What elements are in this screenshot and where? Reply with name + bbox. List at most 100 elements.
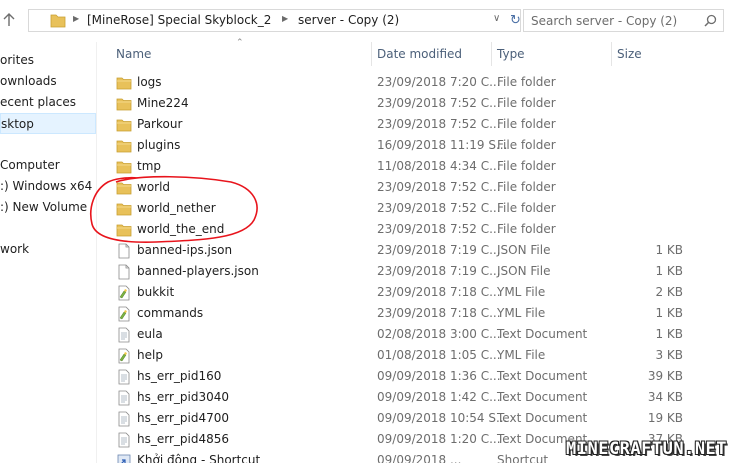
folder-icon <box>116 180 132 196</box>
file-row[interactable]: eula 02/08/2018 3:00 C... Text Document 1 K… <box>97 324 729 345</box>
file-size: 34 KB <box>647 390 683 404</box>
breadcrumb-separator-icon: ▶ <box>282 14 289 23</box>
nav-item-label: Computer <box>0 158 60 172</box>
address-toolbar: ▶ [MineRose] Special Skyblock_2 ▶ server… <box>0 0 729 42</box>
yml-file-icon <box>116 348 132 364</box>
folder-icon <box>116 75 132 91</box>
file-row[interactable]: logs 23/09/2018 7:20 C... File folder <box>97 72 729 93</box>
file-date-modified: 23/09/2018 7:20 C... <box>377 75 501 89</box>
file-date-modified: 23/09/2018 7:52 C... <box>377 96 501 110</box>
folder-icon <box>116 201 132 217</box>
nav-item-label: work <box>0 242 30 256</box>
text-file-icon <box>116 411 132 427</box>
file-name: banned-players.json <box>137 264 259 278</box>
column-header-date[interactable]: Date modified <box>371 42 491 66</box>
file-name: banned-ips.json <box>137 243 233 257</box>
file-name: hs_err_pid4856 <box>137 432 230 446</box>
file-name: logs <box>137 75 162 89</box>
file-name: commands <box>137 306 204 320</box>
watermark-logo: MINECRAFTUN.NET <box>566 439 728 459</box>
file-type: File folder <box>497 159 556 173</box>
file-row[interactable]: help 01/08/2018 1:05 C... YML File 3 KB <box>97 345 729 366</box>
file-row[interactable]: tmp 11/08/2018 4:34 C... File folder <box>97 156 729 177</box>
file-row[interactable]: banned-players.json 23/09/2018 7:19 C... J… <box>97 261 729 282</box>
file-date-modified: 01/08/2018 1:05 C... <box>377 348 501 362</box>
nav-item[interactable]: work <box>0 239 96 260</box>
column-header-type[interactable]: Type <box>491 42 611 66</box>
file-date-modified: 23/09/2018 7:19 C... <box>377 264 501 278</box>
shortcut-icon <box>116 453 132 463</box>
file-row[interactable]: banned-ips.json 23/09/2018 7:19 C... JSON … <box>97 240 729 261</box>
file-name: bukkit <box>137 285 175 299</box>
file-date-modified: 16/09/2018 11:19 S... <box>377 138 508 152</box>
file-name: eula <box>137 327 163 341</box>
column-header-size[interactable]: Size <box>611 42 701 66</box>
text-file-icon <box>116 390 132 406</box>
file-row[interactable]: bukkit 23/09/2018 7:18 C... YML File 2 KB <box>97 282 729 303</box>
folder-icon <box>116 222 132 238</box>
up-arrow-icon[interactable] <box>2 12 16 28</box>
folder-icon <box>116 138 132 154</box>
file-row[interactable]: world_nether 23/09/2018 7:52 C... File fol… <box>97 198 729 219</box>
nav-item[interactable]: sktop <box>0 113 96 134</box>
file-row[interactable]: commands 23/09/2018 7:18 C... YML File 1 KB <box>97 303 729 324</box>
file-type: File folder <box>497 201 556 215</box>
file-size: 1 KB <box>655 306 683 320</box>
file-size: 39 KB <box>647 369 683 383</box>
file-row[interactable]: hs_err_pid160 09/09/2018 1:36 C... Text Do… <box>97 366 729 387</box>
folder-icon <box>116 96 132 112</box>
search-icon[interactable] <box>704 14 717 30</box>
file-type: File folder <box>497 117 556 131</box>
file-size: 2 KB <box>655 285 683 299</box>
file-row[interactable]: Parkour 23/09/2018 7:52 C... File folder <box>97 114 729 135</box>
search-box[interactable]: Search server - Copy (2) <box>523 9 724 32</box>
column-header-name[interactable]: Name <box>110 42 370 66</box>
file-date-modified: 09/09/2018 1:36 C... <box>377 369 501 383</box>
file-type: Shortcut <box>497 453 549 463</box>
file-type: File folder <box>497 180 556 194</box>
nav-item[interactable]: Computer <box>0 155 96 176</box>
file-row[interactable]: plugins 16/09/2018 11:19 S... File folder <box>97 135 729 156</box>
file-name: tmp <box>137 159 162 173</box>
folder-icon <box>116 117 132 133</box>
file-type: YML File <box>497 348 546 362</box>
file-row[interactable]: world 23/09/2018 7:52 C... File folder <box>97 177 729 198</box>
file-size: 1 KB <box>655 327 683 341</box>
folder-icon <box>116 159 132 175</box>
file-type: Text Document <box>497 390 588 404</box>
file-type: YML File <box>497 285 546 299</box>
file-type: Text Document <box>497 369 588 383</box>
nav-item-label: ownloads <box>0 74 57 88</box>
nav-item[interactable]: orites <box>0 50 96 71</box>
file-name: hs_err_pid160 <box>137 369 222 383</box>
breadcrumb-separator-icon: ▶ <box>73 14 80 23</box>
nav-item[interactable]: :) New Volume <box>0 197 96 218</box>
nav-item[interactable]: :) Windows x64 <box>0 176 96 197</box>
file-row[interactable]: hs_err_pid4700 09/09/2018 10:54 S... Text … <box>97 408 729 429</box>
file-type: Text Document <box>497 327 588 341</box>
breadcrumb-item[interactable]: server - Copy (2) <box>298 13 399 27</box>
file-date-modified: 02/08/2018 3:00 C... <box>377 327 501 341</box>
file-row[interactable]: hs_err_pid3040 09/09/2018 1:42 C... Text D… <box>97 387 729 408</box>
file-name: plugins <box>137 138 181 152</box>
file-date-modified: 23/09/2018 7:52 C... <box>377 117 501 131</box>
file-name: world_nether <box>137 201 216 215</box>
nav-item[interactable]: ownloads <box>0 71 96 92</box>
text-file-icon <box>116 369 132 385</box>
nav-item[interactable]: ecent places <box>0 92 96 113</box>
file-row[interactable]: Mine224 23/09/2018 7:52 C... File folder <box>97 93 729 114</box>
file-date-modified: 11/08/2018 4:34 C... <box>377 159 501 173</box>
chevron-down-icon[interactable]: ∨ <box>493 13 500 24</box>
file-type: File folder <box>497 75 556 89</box>
breadcrumb-item[interactable]: [MineRose] Special Skyblock_2 <box>87 13 271 27</box>
file-size: 1 KB <box>655 264 683 278</box>
text-file-icon <box>116 432 132 448</box>
file-size: 3 KB <box>655 348 683 362</box>
address-bar[interactable]: ▶ [MineRose] Special Skyblock_2 ▶ server… <box>28 9 521 32</box>
file-row[interactable]: world_the_end 23/09/2018 7:52 C... File fo… <box>97 219 729 240</box>
refresh-icon[interactable]: ↻ <box>510 13 521 28</box>
yml-file-icon <box>116 306 132 322</box>
file-type: YML File <box>497 306 546 320</box>
file-date-modified: 23/09/2018 7:52 C... <box>377 180 501 194</box>
file-type: File folder <box>497 222 556 236</box>
